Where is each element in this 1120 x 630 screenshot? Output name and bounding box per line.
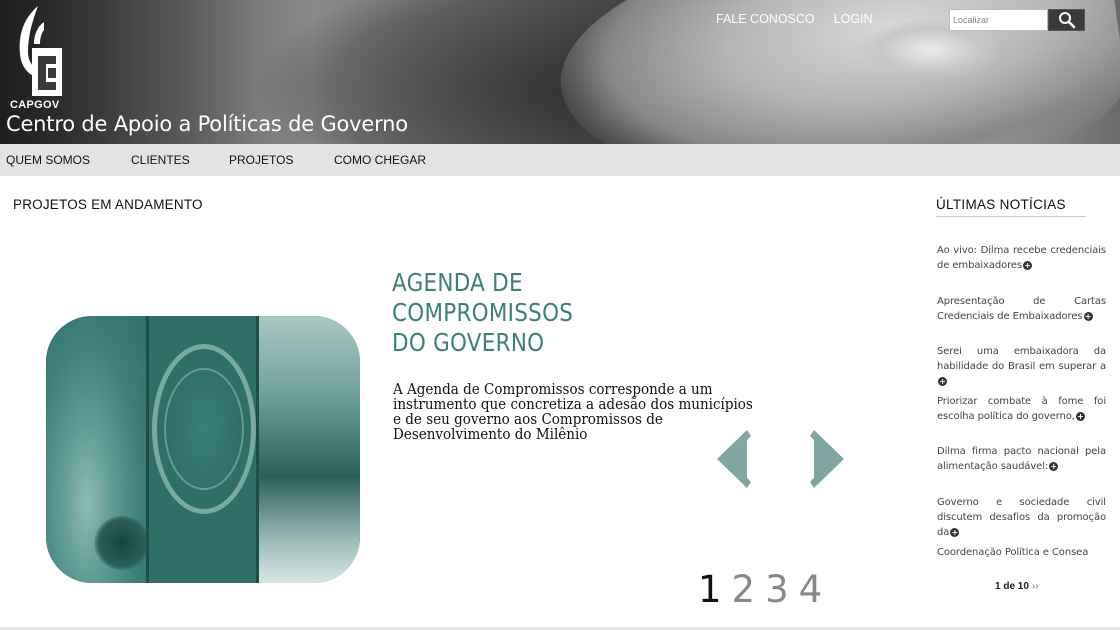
nav-item-clientes[interactable]: CLIENTES [131,153,190,167]
slide-page-2[interactable]: 2 [732,568,756,612]
contact-link[interactable]: FALE CONOSCO [716,12,815,26]
nav-item-quem-somos[interactable]: QUEM SOMOS [6,153,90,167]
news-next-page-link[interactable]: ›› [1032,581,1039,592]
section-title: PROJETOS EM ANDAMENTO [13,197,203,212]
next-slide-arrow-icon[interactable] [810,430,844,488]
search-icon [1058,12,1075,29]
nav-item-projetos[interactable]: PROJETOS [229,153,293,167]
news-heading: ÚLTIMAS NOTÍCIAS [936,197,1086,217]
slide-image-panel-woman [258,316,360,583]
news-item[interactable]: Priorizar combate à fome foi escolha pol… [937,394,1106,424]
slide-image-bear-nose [94,516,150,570]
plus-icon[interactable]: + [1083,312,1093,321]
slide-page-1[interactable]: 1 [698,568,722,612]
main-nav: QUEM SOMOS CLIENTES PROJETOS COMO CHEGAR [0,144,1120,176]
plus-icon[interactable]: + [938,377,947,386]
slide-image[interactable] [46,316,360,583]
plus-icon[interactable]: + [1075,412,1085,421]
slide-image-plate-rim [164,368,244,490]
news-item-text[interactable]: Apresentação de Cartas Credenciais de Em… [937,296,1106,322]
news-item[interactable]: Governo e sociedade civil discutem desaf… [937,495,1106,540]
slide-title-line: AGENDA DE COMPROMISSOS [392,268,574,327]
header-banner: CAPGOV Centro de Apoio a Políticas de Go… [0,0,1120,144]
news-item[interactable]: Ao vivo: Dilma recebe credenciais de emb… [937,243,1106,273]
slide-title[interactable]: AGENDA DE COMPROMISSOS DO GOVERNO [392,268,702,358]
slide-image-divider [146,316,149,583]
capgov-logo-icon[interactable] [8,4,66,104]
plus-icon[interactable]: + [1023,261,1033,270]
news-item-text[interactable]: Coordenação Política e Consea [937,547,1088,558]
nav-item-como-chegar[interactable]: COMO CHEGAR [334,153,426,167]
news-pager-status: 1 de 10 [995,581,1029,592]
slide-image-divider [256,316,259,583]
slide-pager: 1 2 3 4 [698,568,822,612]
news-item[interactable]: Apresentação de Cartas Credenciais de Em… [937,294,1106,324]
top-links: FALE CONOSCO LOGIN [716,12,873,26]
slide-description: A Agenda de Compromissos corresponde a u… [393,380,753,443]
news-item[interactable]: Serei uma embaixadora da habilidade do B… [937,344,1106,389]
news-item-text[interactable]: Ao vivo: Dilma recebe credenciais de emb… [937,245,1106,271]
search-input[interactable]: Localizar [949,9,1048,31]
search-button[interactable] [1048,9,1085,31]
search-box: Localizar [949,9,1085,31]
news-pager: 1 de 10 ›› [995,581,1039,592]
slide-page-3[interactable]: 3 [765,568,789,612]
site-title[interactable]: Centro de Apoio a Políticas de Governo [6,112,408,136]
news-item-text[interactable]: Dilma firma pacto nacional pela alimenta… [937,446,1106,472]
logo-text: CAPGOV [10,99,60,111]
news-item[interactable]: Dilma firma pacto nacional pela alimenta… [937,444,1106,474]
news-item-text[interactable]: Serei uma embaixadora da habilidade do B… [937,346,1106,372]
news-item-text[interactable]: Governo e sociedade civil discutem desaf… [937,497,1106,538]
plus-icon[interactable]: + [950,528,960,537]
slide-page-4[interactable]: 4 [799,568,823,612]
news-item[interactable]: Coordenação Política e Consea [937,545,1106,560]
previous-slide-arrow-icon[interactable] [717,430,751,488]
slide-title-line: DO GOVERNO [392,328,545,357]
login-link[interactable]: LOGIN [834,12,873,26]
plus-icon[interactable]: + [1049,462,1059,471]
